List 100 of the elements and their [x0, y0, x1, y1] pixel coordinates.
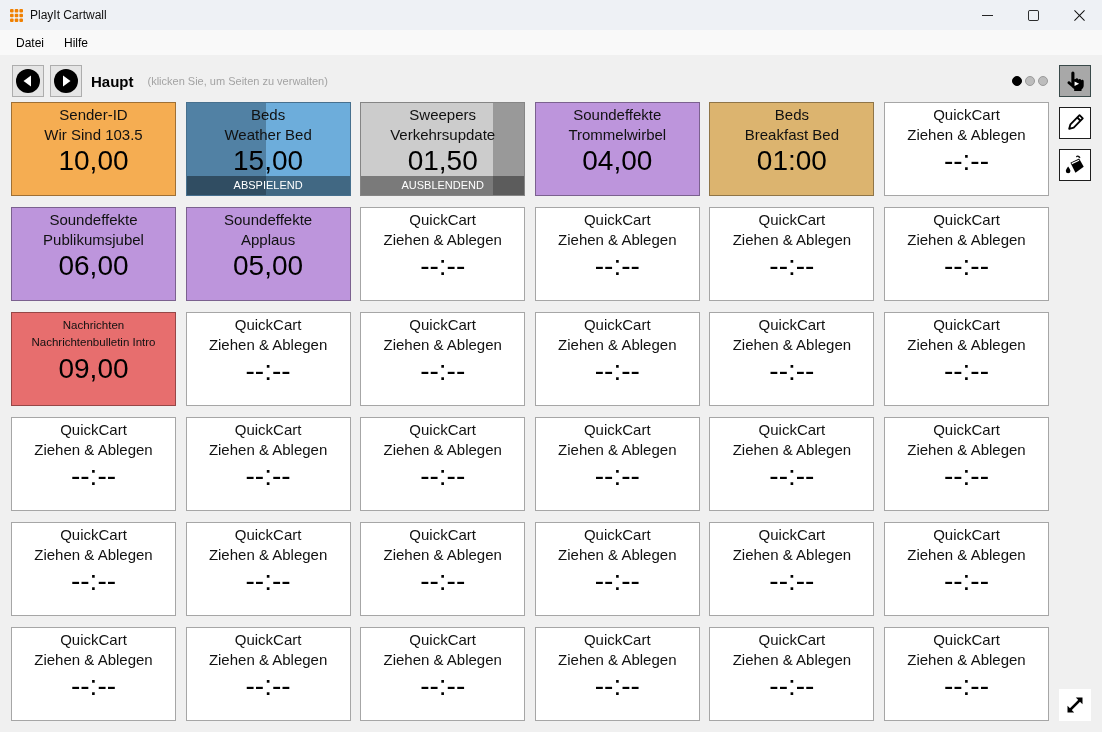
cart-duration: --:-- [943, 250, 989, 281]
cart-tile[interactable]: QuickCart Ziehen & Ablegen --:-- [360, 417, 526, 511]
cart-tile[interactable]: QuickCart Ziehen & Ablegen --:-- [709, 522, 875, 616]
cart-duration: --:-- [420, 670, 466, 701]
cart-duration: 10,00 [58, 145, 129, 176]
cart-duration: --:-- [769, 565, 815, 596]
cart-tile[interactable]: QuickCart Ziehen & Ablegen --:-- [884, 207, 1049, 301]
menu-item[interactable]: Hilfe [54, 32, 99, 53]
menu-item[interactable]: Datei [6, 32, 54, 53]
cart-tile[interactable]: Sweepers Verkehrsupdate 01,50 AUSBLENDEND [360, 102, 526, 196]
pointer-tool-button[interactable] [1059, 65, 1091, 97]
cart-duration: --:-- [70, 460, 117, 491]
cart-title: Ziehen & Ablegen [208, 335, 328, 355]
cart-tile[interactable]: Soundeffekte Applaus 05,00 [185, 207, 351, 301]
cart-tile[interactable]: QuickCart Ziehen & Ablegen --:-- [360, 312, 526, 406]
cart-tile[interactable]: QuickCart Ziehen & Ablegen --:-- [360, 522, 526, 616]
cart-duration: --:-- [245, 460, 291, 491]
cart-title: Ziehen & Ablegen [383, 650, 502, 670]
cart-tile[interactable]: QuickCart Ziehen & Ablegen --:-- [709, 312, 875, 406]
cart-category: QuickCart [60, 525, 127, 545]
cart-duration: --:-- [769, 460, 815, 491]
cart-duration: --:-- [420, 565, 466, 596]
edit-tool-button[interactable] [1059, 107, 1091, 139]
cart-title: Ziehen & Ablegen [208, 545, 328, 565]
cart-category: QuickCart [409, 420, 477, 440]
cart-category: QuickCart [758, 420, 826, 440]
cart-tile[interactable]: QuickCart Ziehen & Ablegen --:-- [11, 522, 176, 616]
window-title: PlayIt Cartwall [30, 8, 107, 22]
cart-tile[interactable]: QuickCart Ziehen & Ablegen --:-- [709, 627, 875, 721]
page-dot[interactable] [1012, 76, 1022, 86]
cart-title: Publikumsjubel [43, 230, 144, 250]
cart-tile[interactable]: QuickCart Ziehen & Ablegen --:-- [185, 522, 351, 616]
cart-title: Ziehen & Ablegen [907, 650, 1026, 670]
status-label: AUSBLENDEND [361, 176, 525, 195]
cart-category: QuickCart [583, 525, 651, 545]
cart-category: QuickCart [583, 420, 651, 440]
cart-duration: --:-- [245, 355, 291, 386]
cart-duration: --:-- [594, 250, 640, 281]
cart-tile[interactable]: QuickCart Ziehen & Ablegen --:-- [185, 627, 351, 721]
cart-category: QuickCart [409, 525, 477, 545]
cart-category: QuickCart [583, 630, 651, 650]
cart-tile[interactable]: QuickCart Ziehen & Ablegen --:-- [534, 312, 700, 406]
cart-tile[interactable]: QuickCart Ziehen & Ablegen --:-- [534, 627, 700, 721]
cart-tile[interactable]: QuickCart Ziehen & Ablegen --:-- [709, 417, 875, 511]
cart-tile[interactable]: QuickCart Ziehen & Ablegen --:-- [884, 102, 1049, 196]
cart-tile[interactable]: QuickCart Ziehen & Ablegen --:-- [360, 207, 526, 301]
cart-category: QuickCart [234, 315, 302, 335]
cart-tile[interactable]: Soundeffekte Publikumsjubel 06,00 [11, 207, 176, 301]
cart-category: Beds [774, 105, 809, 125]
cart-duration: --:-- [420, 460, 466, 491]
cart-category: Sweepers [409, 105, 477, 125]
cart-duration: --:-- [70, 670, 117, 701]
cart-tile[interactable]: QuickCart Ziehen & Ablegen --:-- [185, 312, 351, 406]
cart-tile[interactable]: QuickCart Ziehen & Ablegen --:-- [360, 627, 526, 721]
cart-title: Ziehen & Ablegen [732, 230, 852, 250]
cart-duration: --:-- [943, 355, 989, 386]
cart-title: Ziehen & Ablegen [383, 230, 502, 250]
cart-duration: 06,00 [58, 250, 129, 281]
cart-tile[interactable]: QuickCart Ziehen & Ablegen --:-- [884, 312, 1049, 406]
cart-duration: --:-- [769, 670, 815, 701]
cart-duration: 01:00 [756, 145, 827, 176]
cart-tile[interactable]: QuickCart Ziehen & Ablegen --:-- [709, 207, 875, 301]
cart-title: Ziehen & Ablegen [383, 545, 502, 565]
cart-duration: 04,00 [582, 145, 653, 176]
cart-tile[interactable]: QuickCart Ziehen & Ablegen --:-- [884, 627, 1049, 721]
cart-duration: 05,00 [233, 250, 304, 281]
cart-tile[interactable]: QuickCart Ziehen & Ablegen --:-- [185, 417, 351, 511]
status-label: ABSPIELEND [186, 176, 350, 195]
cart-title: Ziehen & Ablegen [208, 650, 328, 670]
paint-tool-button[interactable] [1059, 149, 1091, 181]
cart-title: Trommelwirbel [568, 125, 667, 145]
cart-tile[interactable]: QuickCart Ziehen & Ablegen --:-- [534, 207, 700, 301]
cart-tile[interactable]: Nachrichten Nachrichtenbulletin Intro 09,00 [11, 312, 176, 406]
cart-duration: 15,00 [233, 145, 304, 176]
cart-tile[interactable]: QuickCart Ziehen & Ablegen --:-- [884, 417, 1049, 511]
next-page-button[interactable] [50, 65, 82, 97]
cart-tile[interactable]: Sender-ID Wir Sind 103.5 10,00 [11, 102, 176, 196]
cart-tile[interactable]: QuickCart Ziehen & Ablegen --:-- [534, 417, 700, 511]
cart-title: Ziehen & Ablegen [34, 545, 153, 565]
page-title: Haupt [91, 72, 134, 90]
cart-category: QuickCart [583, 315, 651, 335]
cart-category: QuickCart [60, 420, 127, 440]
cart-duration: --:-- [420, 250, 466, 281]
cart-duration: 09,00 [58, 353, 129, 384]
cart-duration: --:-- [70, 565, 117, 596]
cart-tile[interactable]: QuickCart Ziehen & Ablegen --:-- [11, 627, 176, 721]
cart-tile[interactable]: Soundeffekte Trommelwirbel 04,00 [534, 102, 700, 196]
cart-tile[interactable]: Beds Breakfast Bed 01:00 [709, 102, 875, 196]
page-dot[interactable] [1025, 76, 1035, 86]
cart-category: Soundeffekte [49, 210, 138, 230]
cart-tile[interactable]: Beds Weather Bed 15,00 ABSPIELEND [185, 102, 351, 196]
cart-tile[interactable]: QuickCart Ziehen & Ablegen --:-- [534, 522, 700, 616]
fullscreen-button[interactable] [1059, 689, 1091, 721]
cart-category: QuickCart [758, 630, 826, 650]
page-dot[interactable] [1038, 76, 1048, 86]
previous-page-button[interactable] [12, 65, 44, 97]
cart-tile[interactable]: QuickCart Ziehen & Ablegen --:-- [11, 417, 176, 511]
cart-category: QuickCart [933, 210, 1000, 230]
cart-title: Ziehen & Ablegen [558, 335, 677, 355]
cart-tile[interactable]: QuickCart Ziehen & Ablegen --:-- [884, 522, 1049, 616]
